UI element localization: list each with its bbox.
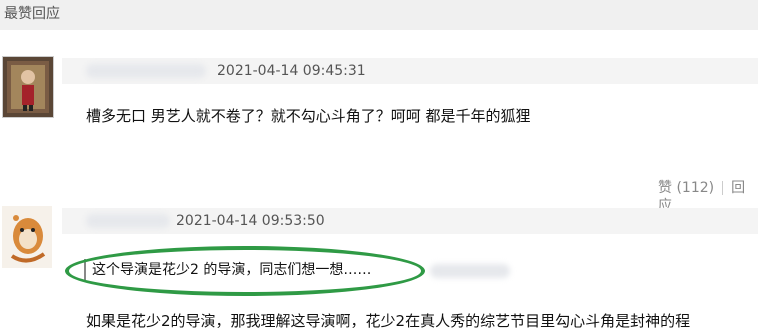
- quoted-username: [430, 264, 510, 278]
- quoted-reply: 这个导演是花少2 的导演，同志们想一想……: [84, 259, 371, 281]
- username[interactable]: [86, 214, 170, 228]
- comment-text: 槽多无口 男艺人就不卷了？就不勾心斗角了？呵呵 都是千年的狐狸: [86, 107, 531, 125]
- avatar[interactable]: [2, 206, 52, 268]
- avatar[interactable]: [2, 56, 54, 118]
- section-title: 最赞回应: [4, 6, 60, 22]
- section-header: 最赞回应: [0, 0, 758, 30]
- like-button[interactable]: 赞 (112): [658, 180, 714, 196]
- action-divider: [722, 181, 724, 195]
- comment-timestamp: 2021-04-14 09:45:31: [217, 63, 366, 79]
- username[interactable]: [86, 64, 206, 78]
- quoted-reply-text: 这个导演是花少2 的导演，同志们想一想……: [92, 262, 372, 278]
- comment-timestamp: 2021-04-14 09:53:50: [176, 213, 325, 229]
- comment-text: 如果是花少2的导演，那我理解这导演啊，花少2在真人秀的综艺节目里勾心斗角是封神的…: [86, 312, 691, 330]
